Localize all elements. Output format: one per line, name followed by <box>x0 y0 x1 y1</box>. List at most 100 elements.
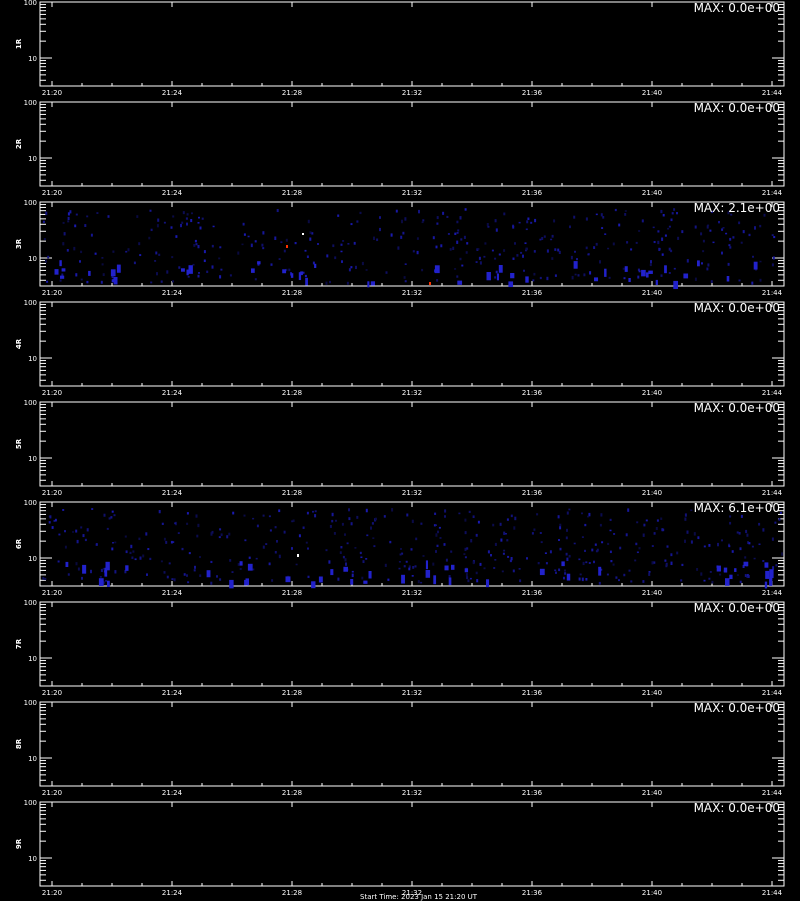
spectrogram-cell <box>158 253 161 256</box>
spectrogram-cell <box>585 561 588 564</box>
spectrogram-cell-bright <box>725 578 730 586</box>
spectrogram-cell <box>581 512 583 515</box>
spectrogram-cell <box>276 540 278 543</box>
spectrogram-cell <box>351 573 354 578</box>
spectrogram-cell <box>665 564 668 568</box>
spectrogram-cell <box>568 508 571 511</box>
spectrogram-cell <box>344 533 346 536</box>
spectrogram-cell <box>43 238 46 241</box>
spectrogram-cell <box>197 274 200 278</box>
spectrogram-cell-bright <box>433 575 437 585</box>
spectrogram-cell <box>554 248 557 251</box>
spectrogram-cell <box>422 555 425 557</box>
spectrogram-cell-bright <box>82 564 87 574</box>
x-tick-label: 21:20 <box>42 289 62 297</box>
x-tick-label: 21:36 <box>522 289 543 297</box>
spectrogram-cell-bright <box>111 279 117 283</box>
spectrogram-cell <box>351 570 354 573</box>
spectrogram-cell <box>740 514 743 518</box>
spectrogram-cell <box>335 519 337 522</box>
spectrogram-cell <box>693 532 696 536</box>
spectrogram-cell <box>512 257 515 260</box>
spectrogram-cell <box>686 259 689 263</box>
spectrogram-cell <box>339 551 342 554</box>
spectrogram-cell <box>186 512 189 515</box>
spectrogram-cell <box>540 541 543 544</box>
spectrogram-cell <box>612 242 615 246</box>
spectrogram-cell <box>736 574 739 576</box>
spectrogram-cell <box>479 261 482 265</box>
spectrogram-cell <box>656 519 659 522</box>
spectrogram-cell-bright <box>464 568 469 573</box>
y-tick-label: 100 <box>24 799 37 807</box>
spectrogram-peak <box>302 233 304 235</box>
spectrogram-cell <box>494 559 497 561</box>
spectrogram-cell <box>295 563 298 566</box>
spectrogram-cell <box>470 539 473 543</box>
spectrogram-cell <box>717 542 719 547</box>
spectrogram-cell <box>150 228 153 232</box>
spectrogram-cell <box>557 515 560 519</box>
spectrogram-cell <box>602 216 605 219</box>
spectrogram-cell-bright <box>573 261 578 269</box>
x-tick-label: 21:28 <box>282 789 302 797</box>
spectrogram-cell <box>75 273 78 277</box>
spectrogram-cell-bright <box>683 273 689 279</box>
spectrogram-cell <box>648 573 651 576</box>
spectrogram-cell <box>499 522 502 526</box>
spectrogram-cell <box>725 232 728 235</box>
spectrogram-cell <box>337 577 340 581</box>
spectrogram-cell <box>387 578 390 581</box>
spectrogram-cell <box>728 244 731 247</box>
spectrogram-cell-bright <box>363 580 368 584</box>
spectrogram-cell <box>748 542 751 545</box>
spectrogram-cell <box>634 559 637 562</box>
spectrogram-cell <box>341 522 344 526</box>
spectrogram-cell <box>434 512 437 515</box>
spectrogram-peak <box>286 245 288 248</box>
spectrogram-cell <box>156 224 159 228</box>
spectrogram-cell <box>487 550 490 554</box>
spectrogram-cell-bright <box>54 269 59 275</box>
spectrogram-cell <box>218 257 221 260</box>
spectrogram-cell <box>510 557 513 561</box>
spectrogram-cell <box>628 569 631 572</box>
spectrogram-cell <box>527 217 530 221</box>
spectrogram-cell <box>759 260 762 263</box>
spectrogram-cell <box>545 562 548 565</box>
spectrogram-cell <box>494 257 497 260</box>
spectrogram-cell <box>274 526 277 529</box>
panel-label: 6R <box>15 538 23 549</box>
max-label: MAX: 0.0e+00 <box>693 701 780 715</box>
spectrogram-cell <box>493 567 496 569</box>
spectrogram-cell <box>762 528 765 532</box>
spectrogram-cell <box>635 542 638 546</box>
spectrogram-cell-bright <box>566 573 571 581</box>
spectrogram-cell <box>76 539 79 544</box>
x-tick-label: 21:32 <box>402 289 422 297</box>
spectrogram-cell <box>619 546 622 550</box>
panel-plot: 100 10 7R 21:20 21:24 21:28 21:32 21:36 21:40 21:… <box>15 599 785 697</box>
spectrogram-cell-bright <box>448 577 452 586</box>
spectrogram-cell <box>460 238 463 241</box>
spectrogram-cell <box>252 517 255 520</box>
spectrogram-cell <box>150 281 153 284</box>
spectrogram-cell <box>149 209 152 212</box>
spectrogram-cell <box>534 218 537 223</box>
plot-frame <box>39 601 785 687</box>
spectrogram-cell <box>108 517 111 520</box>
spectrogram-cell <box>694 225 697 229</box>
x-tick-label: 21:40 <box>642 889 662 897</box>
spectrogram-cell <box>506 518 509 521</box>
x-tick-label: 21:24 <box>162 89 183 97</box>
spectrogram-cell <box>751 545 754 548</box>
spectrogram-cell <box>660 274 663 277</box>
x-tick-label: 21:24 <box>162 789 183 797</box>
spectrogram-cell <box>609 550 612 554</box>
spectrogram-cell <box>495 228 498 232</box>
spectrogram-cell-bright <box>229 579 234 589</box>
spectrogram-cell <box>404 280 407 283</box>
spectrogram-cell <box>435 550 437 553</box>
spectrogram-cell <box>274 551 277 554</box>
spectrogram-cell <box>696 568 699 571</box>
